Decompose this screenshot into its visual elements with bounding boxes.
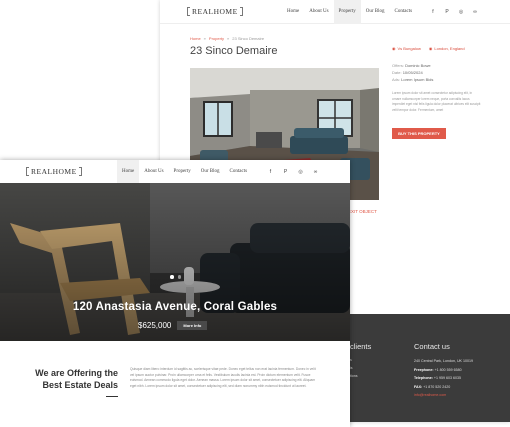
facebook-icon[interactable]: f [263, 169, 278, 175]
nav-property[interactable]: Property [333, 0, 361, 24]
meta-row: Ads: Lorem Ipsum Bids [392, 77, 434, 82]
home-page: REALHOME Home About Us Property Our Blog… [0, 160, 350, 427]
list-item[interactable]: s [350, 356, 358, 364]
contact-row: FAX: +1 870 520 2420 [414, 384, 451, 389]
slider-dot[interactable] [177, 275, 181, 279]
heading-underline [106, 396, 118, 397]
breadcrumb-home[interactable]: Home [190, 36, 201, 41]
slider-dot[interactable] [170, 275, 174, 279]
contact-address: 240 Central Park, London, UK 10019 [414, 359, 473, 363]
hero-price: $625,000 [138, 321, 172, 330]
pinterest-icon[interactable]: P [278, 169, 293, 175]
breadcrumb-current: 23 Sinco Demaire [232, 36, 265, 41]
offer-text: Quisque diam libero interdum id sagittis… [130, 367, 316, 389]
nav-about[interactable]: About Us [304, 0, 333, 24]
contact-heading: Contact us [414, 342, 450, 351]
more-info-button[interactable]: More Info [177, 321, 208, 330]
list-item[interactable]: tions [350, 372, 358, 380]
clients-list: s is tions [350, 356, 358, 380]
contact-email[interactable]: info@realhome.com [414, 391, 473, 400]
header: REALHOME Home About Us Property Our Blog… [160, 0, 510, 24]
header: REALHOME Home About Us Property Our Blog… [0, 160, 350, 183]
contact-row: Telephone: +1 959 603 6035 [414, 376, 461, 381]
nav-contacts[interactable]: Contacts [390, 0, 418, 24]
meta-row: Date: 10/05/2024 [392, 70, 423, 75]
tripadvisor-icon[interactable]: ∞ [468, 9, 482, 15]
facebook-icon[interactable]: f [426, 9, 440, 15]
location-tag: ◉ London, England [428, 46, 465, 51]
tripadvisor-icon[interactable]: ∞ [308, 169, 323, 175]
instagram-icon[interactable]: ◎ [293, 169, 308, 175]
meta-row: Offers: Dominic Bowe [392, 63, 431, 68]
main-nav: Home About Us Property Our Blog Contacts [117, 160, 252, 183]
contact-info: 240 Central Park, London, UK 10019 Freep… [414, 357, 473, 400]
logo[interactable]: REALHOME [26, 167, 82, 176]
slider-dots [170, 275, 181, 279]
breadcrumb-property[interactable]: Property [209, 36, 224, 41]
clients-heading: clients [350, 342, 372, 351]
instagram-icon[interactable]: ◎ [454, 9, 468, 15]
pinterest-icon[interactable]: P [440, 9, 454, 15]
property-title: 23 Sinco Demaire [190, 45, 278, 57]
nav-about[interactable]: About Us [139, 160, 168, 183]
breadcrumb: Home » Property » 23 Sinco Demaire [190, 36, 265, 41]
social-links: f P ◎ ∞ [426, 9, 482, 15]
export-link[interactable]: EXIT OBJECT [348, 209, 377, 214]
nav-home[interactable]: Home [117, 160, 140, 183]
nav-blog[interactable]: Our Blog [361, 0, 390, 24]
hero-slider[interactable]: 120 Anastasia Avenue, Coral Gables $625,… [0, 183, 350, 341]
property-meta: Offers: Dominic Bowe Date: 10/05/2024 Ad… [392, 62, 433, 83]
list-item[interactable]: is [350, 364, 358, 372]
location-icon: ◉ [428, 46, 433, 51]
nav-blog[interactable]: Our Blog [196, 160, 225, 183]
property-tags: ◉ Vs Bungalow ◉ London, England [392, 46, 465, 51]
pin-icon: ◉ [392, 46, 396, 51]
social-links: f P ◎ ∞ [263, 169, 323, 175]
buy-property-button[interactable]: BUY THIS PROPERTY [392, 128, 446, 139]
logo[interactable]: REALHOME [187, 7, 243, 16]
hero-address: 120 Anastasia Avenue, Coral Gables [72, 301, 278, 313]
nav-property[interactable]: Property [169, 160, 196, 183]
hero-price-row: $625,000 More Info [138, 321, 208, 330]
nav-home[interactable]: Home [282, 0, 304, 24]
property-description: Lorem ipsum dolor sit amet consectetur a… [392, 91, 481, 112]
nav-contacts[interactable]: Contacts [225, 160, 253, 183]
contact-row: Freephone: +1 800 559 6580 [414, 367, 462, 372]
offer-heading: We are Offering the Best Estate Deals [35, 368, 118, 390]
type-tag: ◉ Vs Bungalow [392, 46, 421, 51]
main-nav: Home About Us Property Our Blog Contacts [282, 0, 417, 24]
